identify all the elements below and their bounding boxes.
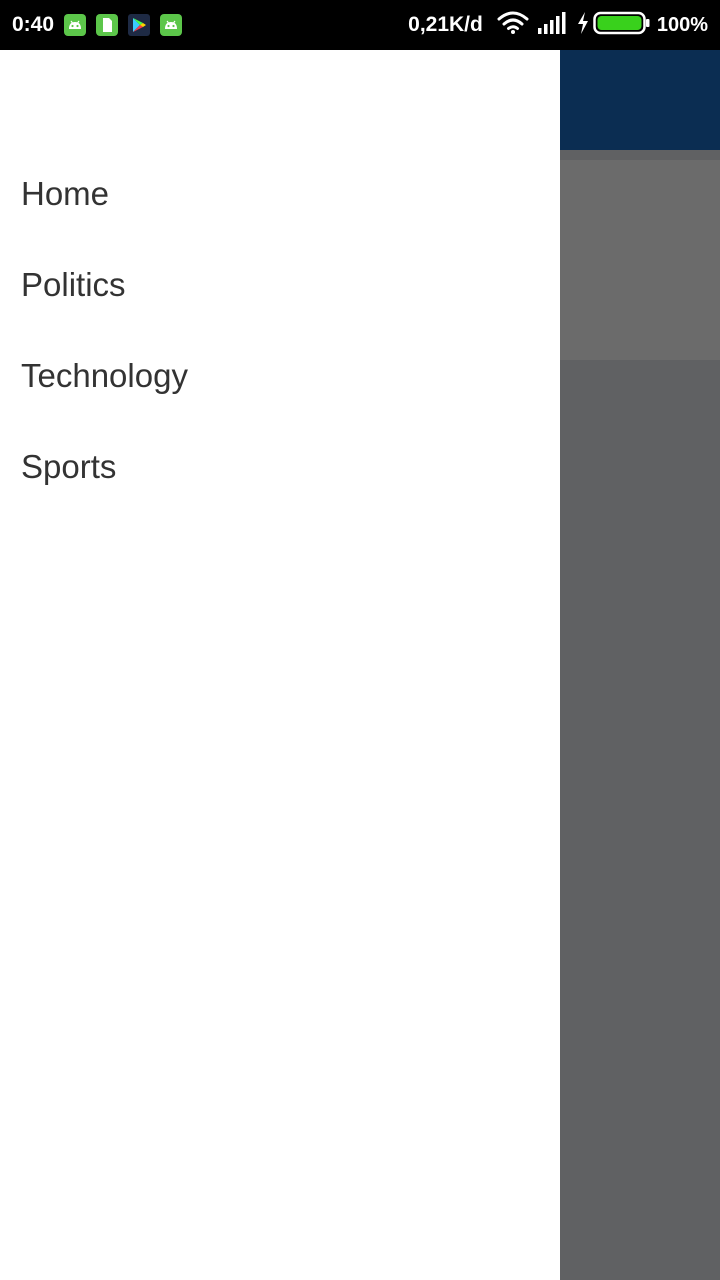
battery-icon xyxy=(593,11,651,40)
sim-card-icon xyxy=(96,14,119,36)
drawer-menu: Home Politics Technology Sports xyxy=(0,148,560,512)
drawer-item-label: Home xyxy=(21,174,110,212)
status-bar-right: 0,21K/d 100% xyxy=(408,0,708,50)
battery-percent: 100% xyxy=(656,13,708,36)
drawer-item-politics[interactable]: Politics xyxy=(0,239,560,330)
status-bar-left: 0:40 xyxy=(12,0,192,50)
status-time: 0:40 xyxy=(12,13,55,36)
wifi-icon xyxy=(497,11,529,40)
google-play-icon xyxy=(128,14,151,36)
navigation-drawer: Home Politics Technology Sports xyxy=(0,50,560,1280)
android-app-icon xyxy=(64,14,87,36)
network-speed: 0,21K/d xyxy=(408,13,483,36)
drawer-item-label: Technology xyxy=(21,356,188,394)
charging-icon xyxy=(577,11,589,39)
drawer-item-label: Politics xyxy=(21,265,126,303)
android-app-icon xyxy=(160,14,183,36)
drawer-item-label: Sports xyxy=(21,447,117,485)
screen: 0:40 0,21K/d 100% Home Politics Technolo… xyxy=(0,0,720,1280)
status-bar: 0:40 0,21K/d 100% xyxy=(0,0,720,50)
drawer-item-sports[interactable]: Sports xyxy=(0,421,560,512)
drawer-item-technology[interactable]: Technology xyxy=(0,330,560,421)
signal-icon xyxy=(537,11,569,40)
drawer-item-home[interactable]: Home xyxy=(0,148,560,239)
